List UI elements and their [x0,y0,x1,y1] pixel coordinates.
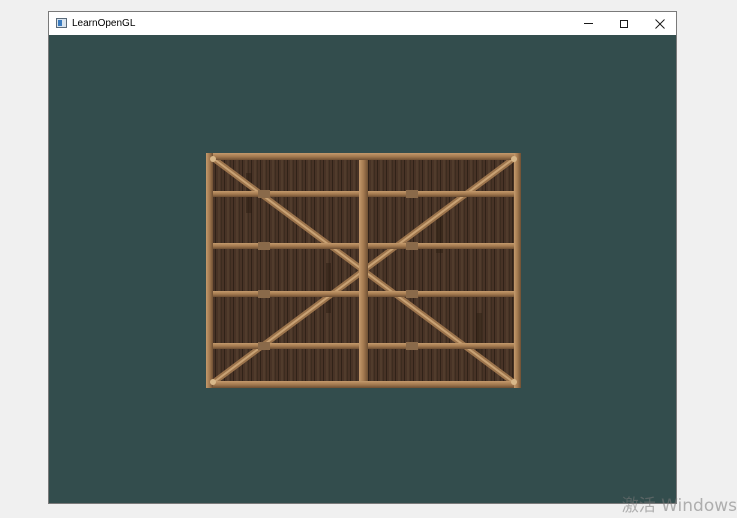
minimize-icon [583,23,593,24]
close-icon [655,18,665,29]
maximize-button[interactable] [606,12,642,35]
maximize-icon [620,19,628,28]
title-bar[interactable]: LearnOpenGL [49,12,676,35]
app-icon [56,18,67,28]
minimize-button[interactable] [570,12,606,35]
close-button[interactable] [642,12,678,35]
activate-windows-watermark: 激活 Windows [621,496,737,516]
wooden-container [206,153,521,388]
desktop: LearnOpenGL 激活 Windows [0,0,737,518]
app-window: LearnOpenGL [48,11,677,504]
window-title: LearnOpenGL [72,18,136,29]
opengl-viewport[interactable] [49,35,676,503]
